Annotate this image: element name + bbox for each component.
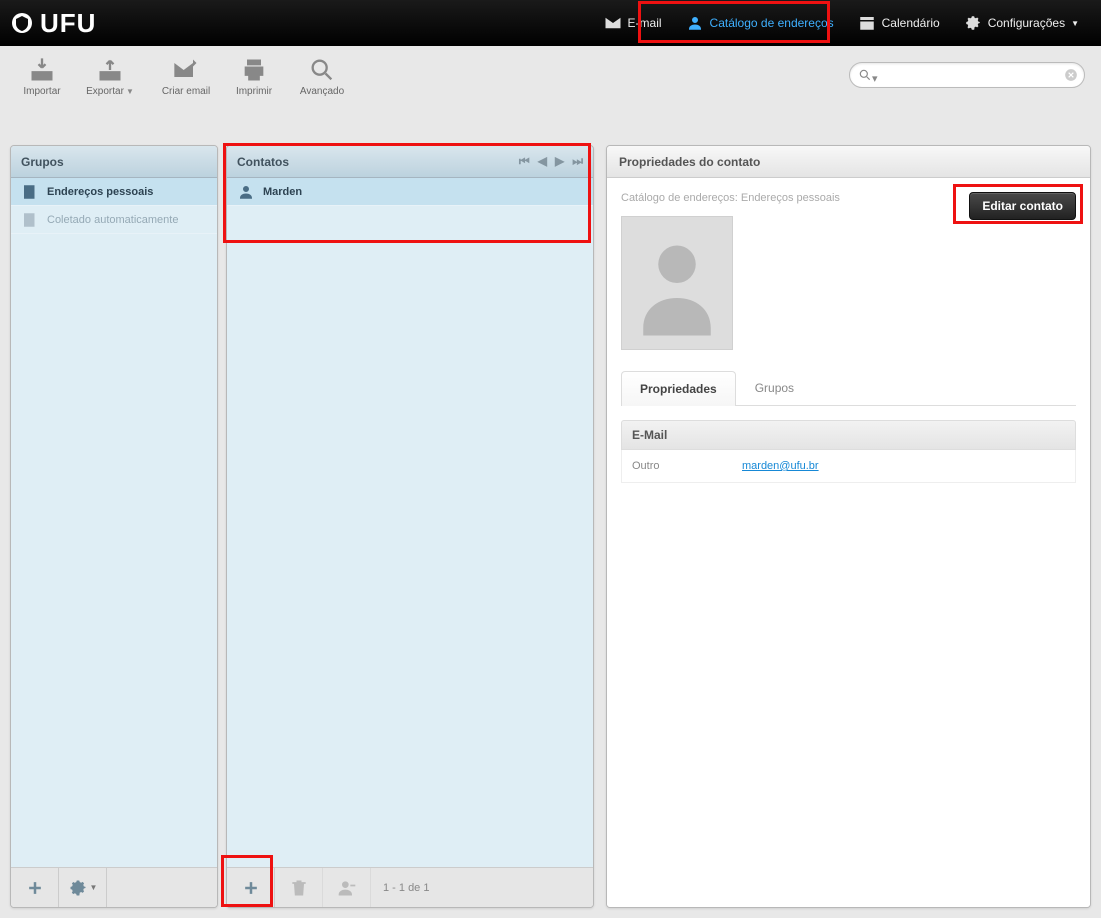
nav-addressbook-label: Catálogo de endereços (710, 16, 834, 30)
contacts-paging: ⏮ ◀ ▶ ⏭ (519, 154, 583, 169)
email-field-row: Outro marden@ufu.br (621, 450, 1076, 483)
main-area: Grupos Endereços pessoais Coletado autom… (10, 145, 1091, 908)
import-icon (28, 56, 56, 84)
nav-addressbook[interactable]: Catálogo de endereços (674, 0, 846, 46)
clear-search-icon[interactable] (1064, 68, 1078, 85)
nav-settings[interactable]: Configurações ▼ (952, 0, 1091, 46)
logo-icon (10, 11, 34, 35)
contact-detail-panel: Propriedades do contato Editar contato C… (606, 145, 1091, 908)
print-button[interactable]: Imprimir (228, 56, 280, 97)
add-group-button[interactable] (11, 868, 59, 908)
compose-icon (172, 56, 200, 84)
trash-icon (289, 878, 309, 898)
avatar-placeholder-icon (632, 228, 722, 338)
plus-icon (241, 878, 261, 898)
email-section-header: E-Mail (621, 420, 1076, 450)
contact-item-label: Marden (263, 186, 302, 198)
remove-from-group-button[interactable] (323, 868, 371, 908)
nav-email[interactable]: E-mail (592, 0, 674, 46)
page-next-icon[interactable]: ▶ (555, 154, 564, 169)
contacts-header: Contatos ⏮ ◀ ▶ ⏭ (227, 146, 593, 178)
page-first-icon[interactable]: ⏮ (519, 154, 530, 169)
group-item-collected[interactable]: Coletado automaticamente (11, 206, 217, 234)
page-prev-icon[interactable]: ◀ (538, 154, 547, 169)
gear-icon (68, 878, 88, 898)
export-label: Exportar (86, 86, 124, 97)
delete-contact-button[interactable] (275, 868, 323, 908)
export-button[interactable]: Exportar▼ (84, 56, 136, 97)
contacts-title: Contatos (237, 155, 289, 169)
contact-item[interactable]: Marden (227, 178, 593, 206)
contacts-footer: 1 - 1 de 1 (227, 867, 593, 907)
print-label: Imprimir (236, 86, 272, 97)
detail-body: Editar contato Catálogo de endereços: En… (607, 178, 1090, 907)
detail-header: Propriedades do contato (607, 146, 1090, 178)
gear-icon (964, 14, 982, 32)
detail-tabs: Propriedades Grupos (621, 370, 1076, 406)
groups-title: Grupos (21, 155, 64, 169)
compose-label: Criar email (162, 86, 210, 97)
edit-contact-button[interactable]: Editar contato (969, 192, 1076, 220)
paging-text: 1 - 1 de 1 (371, 882, 441, 894)
contact-avatar (621, 216, 733, 350)
groups-header: Grupos (11, 146, 217, 178)
envelope-icon (604, 14, 622, 32)
calendar-icon (858, 14, 876, 32)
page-last-icon[interactable]: ⏭ (572, 154, 583, 169)
person-icon (686, 14, 704, 32)
advanced-label: Avançado (300, 86, 344, 97)
search-container: ▾ (849, 62, 1085, 88)
import-button[interactable]: Importar (16, 56, 68, 97)
search-input[interactable] (878, 69, 1056, 81)
tab-properties[interactable]: Propriedades (621, 371, 736, 406)
contacts-list: Marden (227, 178, 593, 867)
group-item-label: Endereços pessoais (47, 186, 153, 198)
chevron-down-icon: ▼ (1071, 19, 1079, 28)
toolbar: Importar Exportar▼ Criar email Imprimir … (0, 46, 1101, 116)
add-contact-button[interactable] (227, 868, 275, 908)
advanced-button[interactable]: Avançado (296, 56, 348, 97)
groups-panel: Grupos Endereços pessoais Coletado autom… (10, 145, 218, 908)
top-navigation: E-mail Catálogo de endereços Calendário … (592, 0, 1091, 46)
brand-logo: UFU (10, 8, 96, 39)
group-item-label: Coletado automaticamente (47, 214, 178, 226)
compose-button[interactable]: Criar email (160, 56, 212, 97)
group-actions-button[interactable]: ▼ (59, 868, 107, 908)
plus-icon (25, 878, 45, 898)
email-field-label: Outro (632, 460, 742, 472)
brand-text: UFU (40, 8, 96, 39)
groups-list: Endereços pessoais Coletado automaticame… (11, 178, 217, 867)
contacts-panel: Contatos ⏮ ◀ ▶ ⏭ Marden 1 - (226, 145, 594, 908)
addressbook-icon (21, 211, 39, 229)
nav-settings-label: Configurações (988, 16, 1065, 30)
person-minus-icon (337, 878, 357, 898)
groups-footer: ▼ (11, 867, 217, 907)
addressbook-icon (21, 183, 39, 201)
nav-email-label: E-mail (628, 16, 662, 30)
nav-calendar[interactable]: Calendário (846, 0, 952, 46)
person-icon (237, 183, 255, 201)
email-field-value[interactable]: marden@ufu.br (742, 460, 819, 472)
search-icon[interactable]: ▾ (858, 68, 878, 85)
topbar: UFU E-mail Catálogo de endereços Calendá… (0, 0, 1101, 46)
nav-calendar-label: Calendário (882, 16, 940, 30)
tab-groups[interactable]: Grupos (736, 370, 813, 405)
detail-title: Propriedades do contato (619, 155, 760, 169)
import-label: Importar (23, 86, 60, 97)
print-icon (240, 56, 268, 84)
group-item-personal[interactable]: Endereços pessoais (11, 178, 217, 206)
export-icon (96, 56, 124, 84)
magnify-icon (308, 56, 336, 84)
